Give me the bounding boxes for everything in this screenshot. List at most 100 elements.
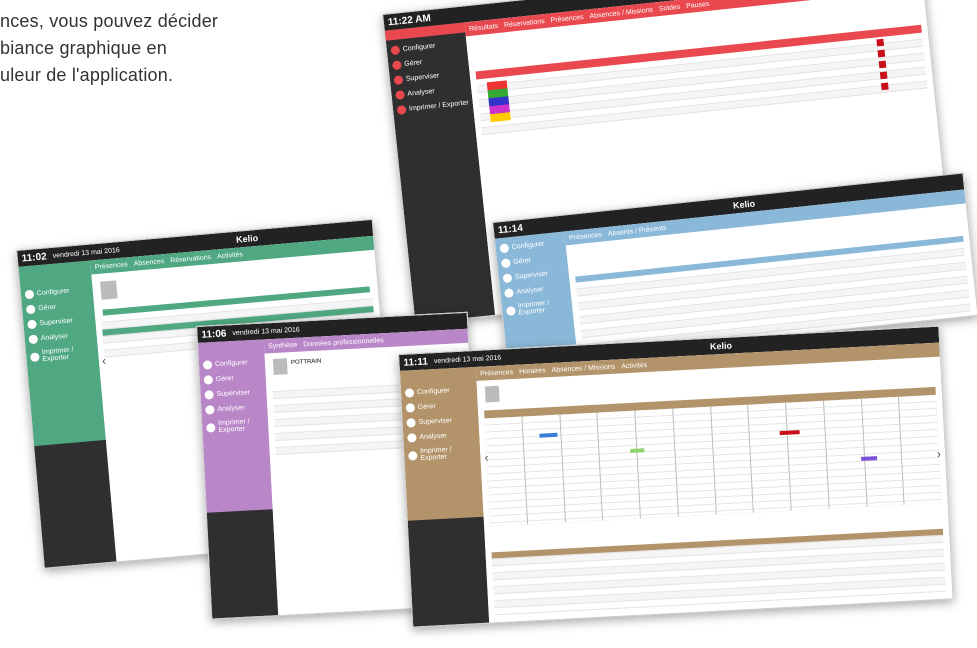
gear-icon [202,360,213,370]
employee-tree [407,516,490,627]
menu-superviser[interactable]: Superviser [393,69,467,86]
menu-imprimer[interactable]: Imprimer / Exporter [396,98,470,115]
avatar [100,280,118,300]
page-watermark: Absence / Mission [785,0,918,28]
people-icon [203,375,214,385]
row-action-button[interactable] [876,38,885,47]
tab-absents-presents[interactable]: Absents / Présents [608,224,667,237]
menu-analyser[interactable]: Analyser [28,330,93,345]
clock: 11:06 [201,327,227,341]
app-logo: Kelio [709,340,733,352]
absence-marker[interactable] [861,456,878,461]
row-action-button[interactable] [880,82,889,91]
bottom-table [491,528,947,616]
chart-icon [28,334,39,345]
tab-absences-missions[interactable]: Absences / Missions [589,6,653,20]
people-icon [500,258,511,269]
chart-icon [205,405,215,415]
tab-horaires[interactable]: Horaires [519,367,546,375]
app-logo: Kelio [235,232,259,245]
printer-icon [206,422,216,433]
chevron-left-icon[interactable]: ‹ [484,450,489,464]
caption-line-1: nces, vous pouvez décider [0,11,219,31]
people-icon [405,403,416,413]
employee-tree [206,509,279,619]
menu-analyser[interactable]: Analyser [504,283,567,299]
menu-analyser[interactable]: Analyser [395,84,468,101]
chart-icon [395,90,406,101]
caption-text: nces, vous pouvez décider biance graphiq… [0,8,356,89]
employee-tree [34,439,117,568]
tab-reservations[interactable]: Réservations [504,18,545,29]
row-action-button[interactable] [877,49,886,58]
main-panel: Présences Horaires Absences / Missions A… [475,342,953,623]
eye-icon [393,75,404,86]
gear-icon [499,243,510,254]
clock: 11:02 [21,250,48,265]
menu-superviser[interactable]: Superviser [502,268,566,284]
menu-gerer[interactable]: Gérer [500,253,564,269]
tab-synthese[interactable]: Synthèse [268,341,298,350]
sidebar: Configurer Gérer Superviser Analyser Imp… [399,366,490,627]
chevron-right-icon[interactable]: › [937,447,942,461]
menu-gerer[interactable]: Gérer [203,373,262,385]
tab-resultats[interactable]: Résultats [469,22,499,32]
menu-analyser[interactable]: Analyser [407,430,475,443]
avatar [484,385,500,403]
menu-configurer[interactable]: Configurer [390,39,463,56]
printer-icon [30,351,40,362]
printer-icon [408,450,418,461]
menu-superviser[interactable]: Superviser [27,315,92,330]
menu-configurer[interactable]: Configurer [202,358,261,370]
color-legend [486,80,511,123]
row-action-button[interactable] [879,71,888,80]
people-icon [25,304,36,315]
eye-icon [204,390,214,400]
annual-calendar[interactable] [484,394,942,527]
menu-superviser[interactable]: Superviser [406,415,474,428]
tab-activites[interactable]: Activités [621,361,647,369]
menu-gerer[interactable]: Gérer [25,300,91,315]
tab-presences[interactable]: Présences [94,261,128,271]
screenshot-brown-theme: 11:11 vendredi 13 mai 2016 Kelio Configu… [398,325,954,628]
absence-marker[interactable] [630,448,645,453]
tab-donnees-pro[interactable]: Données professionnelles [303,337,384,348]
menu-imprimer[interactable]: Imprimer / Exporter [408,445,477,463]
menu-configurer[interactable]: Configurer [404,385,473,398]
clock: 11:11 [403,355,429,369]
menu-analyser[interactable]: Analyser [205,403,263,415]
tab-soldes[interactable]: Soldes [659,3,681,12]
gear-icon [24,289,35,300]
tab-reservations[interactable]: Réservations [170,254,211,265]
menu-gerer[interactable]: Gérer [405,400,474,413]
menu-imprimer[interactable]: Imprimer / Exporter [30,345,95,365]
tab-presences[interactable]: Présences [550,13,584,23]
menu-configurer[interactable]: Configurer [24,285,90,300]
tab-absences-missions[interactable]: Absences / Missions [551,363,615,373]
printer-icon [505,305,516,316]
people-icon [391,60,402,71]
tab-absences[interactable]: Absences [133,258,164,268]
menu-superviser[interactable]: Superviser [204,388,262,400]
printer-icon [396,105,407,115]
chart-icon [504,288,514,299]
gear-icon [404,388,415,398]
menu-imprimer[interactable]: Imprimer / Exporter [206,418,265,435]
eye-icon [406,418,416,428]
date-label: vendredi 13 mai 2016 [52,246,121,260]
menu-gerer[interactable]: Gérer [391,54,465,71]
menu-configurer[interactable]: Configurer [499,238,562,254]
page-watermark: Absences / Missions [784,365,934,390]
caption-line-2: biance graphique en [0,38,167,58]
tab-pauses[interactable]: Pauses [686,0,710,9]
tab-presences[interactable]: Présences [480,369,513,378]
tab-presences[interactable]: Présences [569,231,603,241]
eye-icon [502,273,513,284]
employee-name: POTTRAIN [290,358,322,367]
tab-activites[interactable]: Activités [217,251,244,260]
row-action-button[interactable] [878,60,887,69]
avatar [272,358,288,376]
chart-icon [407,433,417,443]
menu-imprimer[interactable]: Imprimer / Exporter [505,298,569,318]
eye-icon [27,319,37,330]
